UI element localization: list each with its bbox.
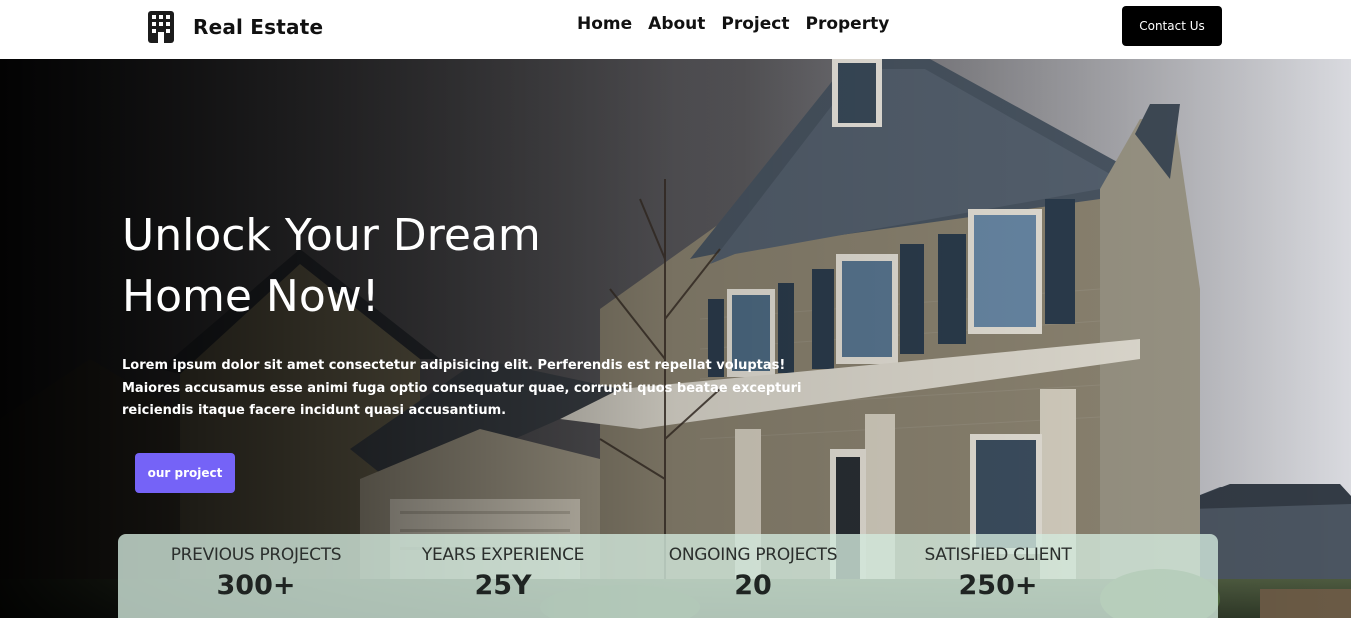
stat-label: SATISFIED CLIENT [924,545,1072,565]
nav-link-property[interactable]: Property [805,12,889,36]
main-nav: Home About Project Property [577,12,889,36]
stat-years-experience: YEARS EXPERIENCE 25Y [383,544,623,602]
stat-value: 20 [734,570,772,601]
nav-link-about[interactable]: About [648,12,705,36]
stat-label: PREVIOUS PROJECTS [170,545,342,565]
nav-link-project[interactable]: Project [721,12,789,36]
hero-section: Unlock Your Dream Home Now! Lorem ipsum … [0,59,1351,618]
stat-value: 250+ [958,570,1038,601]
brand-name: Real Estate [193,15,324,39]
contact-us-button[interactable]: Contact Us [1122,6,1222,46]
navbar: Real Estate Home About Project Property … [0,0,1351,59]
stat-value: 25Y [474,570,532,601]
building-icon [148,11,174,43]
brand[interactable]: Real Estate [148,11,323,43]
hero-description: Lorem ipsum dolor sit amet consectetur a… [122,358,802,418]
stats-panel: PREVIOUS PROJECTS 300+ YEARS EXPERIENCE … [118,534,1218,618]
stat-ongoing-projects: ONGOING PROJECTS 20 [633,544,873,602]
our-project-button[interactable]: our project [135,453,235,493]
nav-link-home[interactable]: Home [577,12,632,36]
stat-value: 300+ [216,570,296,601]
stat-label: ONGOING PROJECTS [668,545,838,565]
stat-label: YEARS EXPERIENCE [421,545,585,565]
hero-title: Unlock Your Dream Home Now! [122,210,541,322]
stat-previous-projects: PREVIOUS PROJECTS 300+ [136,544,376,602]
stat-satisfied-client: SATISFIED CLIENT 250+ [878,544,1118,602]
